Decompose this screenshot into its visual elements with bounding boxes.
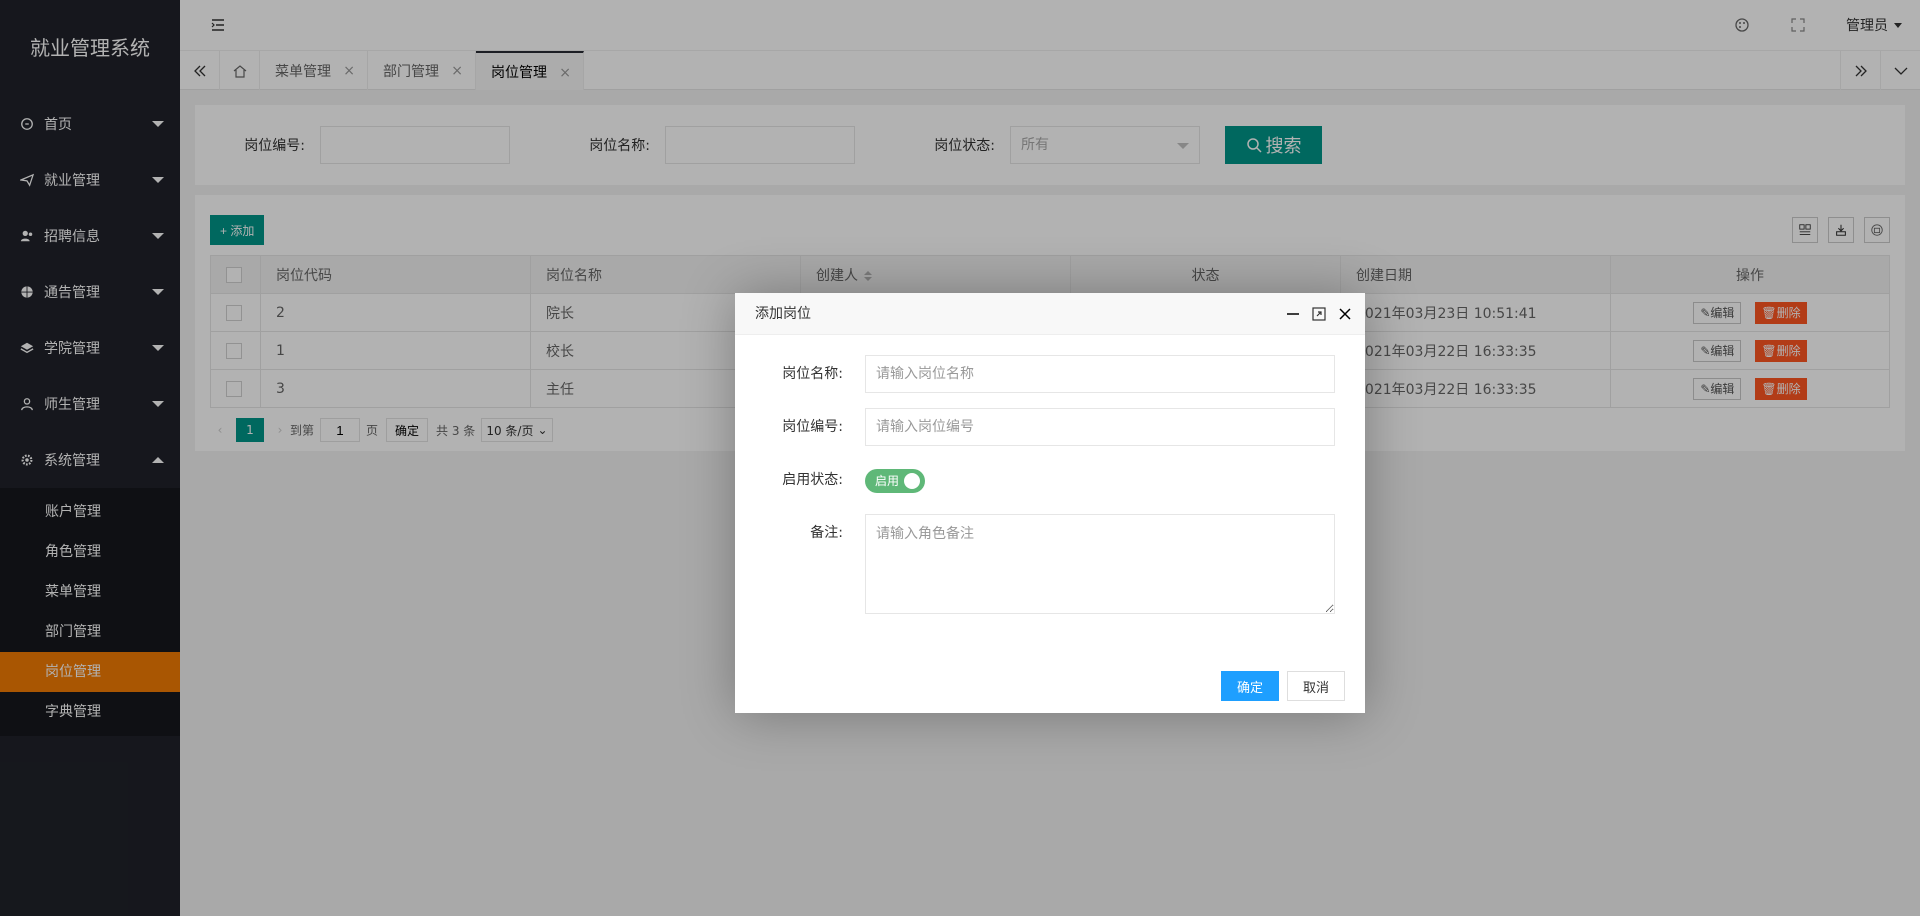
position-name-label: 岗位名称: xyxy=(782,366,843,382)
close-icon[interactable] xyxy=(1337,306,1353,322)
form-row-name: 岗位名称: xyxy=(755,355,1335,393)
remark-textarea[interactable] xyxy=(865,514,1335,614)
enable-status-toggle[interactable]: 启用 xyxy=(865,469,925,493)
dialog-footer: 确定 取消 xyxy=(1220,671,1345,701)
maximize-icon[interactable] xyxy=(1311,306,1327,322)
enable-status-label: 启用状态: xyxy=(782,472,843,488)
cancel-button[interactable]: 取消 xyxy=(1286,671,1345,701)
dialog-form: 岗位名称: 岗位编号: 启用状态: 启用 备注: xyxy=(735,335,1365,614)
add-position-dialog: 添加岗位 岗位名称: 岗位编号: 启用状态: 启用 备注: 确定 取消 xyxy=(735,293,1365,713)
form-row-code: 岗位编号: xyxy=(755,408,1335,446)
dialog-title: 添加岗位 xyxy=(755,306,811,322)
position-code-field[interactable] xyxy=(865,408,1335,446)
minimize-icon[interactable] xyxy=(1285,306,1301,322)
dialog-header: 添加岗位 xyxy=(735,293,1365,335)
dialog-controls xyxy=(1275,293,1353,335)
form-row-enable: 启用状态: 启用 xyxy=(755,461,1335,499)
toggle-label: 启用 xyxy=(875,474,900,488)
position-code-label: 岗位编号: xyxy=(782,419,843,435)
remark-label: 备注: xyxy=(810,525,843,541)
confirm-button[interactable]: 确定 xyxy=(1220,671,1279,701)
form-row-remark: 备注: xyxy=(755,514,1335,614)
position-name-field[interactable] xyxy=(865,355,1335,393)
toggle-knob xyxy=(904,473,920,489)
